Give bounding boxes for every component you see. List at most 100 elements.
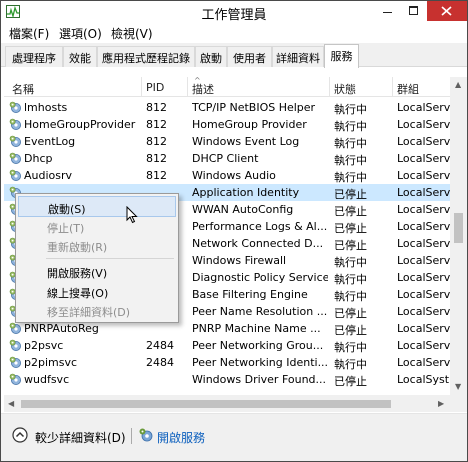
- gear-icon: [9, 152, 22, 165]
- context-restart-label: 重新啟動(R): [47, 241, 108, 254]
- open-services-link[interactable]: 開啟服務: [157, 429, 205, 446]
- service-group-cell: LocalServi: [397, 271, 450, 284]
- table-row[interactable]: HomeGroupProvider 812 HomeGroup Provider 執行…: [4, 116, 450, 133]
- table-row[interactable]: p2pimsvc 2484 Peer Networking Identi... 執行中…: [4, 354, 450, 371]
- column-header-row: ^ 名稱 PID 描述 狀態 群組: [4, 77, 450, 97]
- service-status-cell: 已停止: [334, 307, 367, 320]
- tab-processes[interactable]: 處理程序: [5, 46, 63, 67]
- service-status-cell: 已停止: [334, 222, 367, 235]
- service-pid-cell: 2484: [146, 339, 174, 352]
- service-description-cell: Windows Audio: [192, 169, 276, 182]
- context-stop[interactable]: 停止(T): [18, 216, 176, 237]
- tab-details[interactable]: 詳細資料: [272, 46, 324, 67]
- service-group-cell: LocalServi: [397, 135, 450, 148]
- service-group-cell: LocalServi: [397, 237, 450, 250]
- scroll-up-icon[interactable]: ▲: [455, 80, 461, 89]
- table-row[interactable]: p2psvc 2484 Peer Networking Grou... 執行中 Loca…: [4, 337, 450, 354]
- footer-bar: 較少詳細資料(D) 開啟服務: [1, 413, 467, 461]
- maximize-icon: [409, 6, 418, 15]
- context-menu: 啟動(S) 停止(T) 重新啟動(R) 開啟服務(V) 線上搜尋(O) 移至詳細…: [15, 193, 179, 323]
- tab-performance[interactable]: 效能: [63, 46, 97, 67]
- scroll-left-icon[interactable]: ◀: [8, 399, 14, 408]
- column-header-description[interactable]: 描述: [192, 81, 214, 97]
- context-go-to-details[interactable]: 移至詳細資料(D): [18, 300, 176, 321]
- service-status-cell: 執行中: [334, 341, 367, 354]
- service-group-cell: LocalServi: [397, 339, 450, 352]
- context-start[interactable]: 啟動(S): [18, 196, 176, 217]
- service-name-cell: PNRPAutoReg: [24, 322, 99, 335]
- tab-services[interactable]: 服務: [324, 44, 359, 68]
- footer-divider: [131, 428, 132, 444]
- table-row[interactable]: Audiosrv 812 Windows Audio 執行中 LocalServi: [4, 167, 450, 184]
- service-group-cell: LocalServi: [397, 186, 450, 199]
- gear-icon: [9, 356, 22, 369]
- context-start-label: 啟動(S): [48, 203, 86, 216]
- service-group-cell: LocalServi: [397, 101, 450, 114]
- context-search-online[interactable]: 線上搜尋(O): [18, 281, 176, 302]
- service-status-cell: 執行中: [334, 103, 367, 116]
- service-group-cell: LocalServi: [397, 356, 450, 369]
- context-open-services-label: 開啟服務(V): [47, 267, 108, 280]
- tab-startup[interactable]: 啟動: [195, 46, 227, 67]
- service-description-cell: Diagnostic Policy Service: [192, 271, 328, 284]
- menu-view[interactable]: 檢視(V): [108, 25, 156, 42]
- service-pid-cell: 812: [146, 169, 167, 182]
- title-bar[interactable]: 工作管理員: [1, 1, 467, 23]
- service-group-cell: LocalServi: [397, 118, 450, 131]
- service-status-cell: 已停止: [334, 205, 367, 218]
- service-name-cell: wudfsvc: [24, 373, 70, 386]
- chevron-up-circle-icon[interactable]: [12, 427, 28, 443]
- service-status-cell: 執行中: [334, 256, 367, 269]
- horizontal-scrollbar[interactable]: ◀ ▶: [4, 395, 450, 412]
- service-status-cell: 已停止: [334, 375, 367, 388]
- service-pid-cell: 812: [146, 101, 167, 114]
- menu-file[interactable]: 檔案(F): [6, 25, 52, 42]
- context-open-services[interactable]: 開啟服務(V): [18, 261, 176, 282]
- service-description-cell: Windows Driver Found...: [192, 373, 327, 386]
- menu-options[interactable]: 選項(O): [56, 25, 105, 42]
- service-description-cell: Windows Event Log: [192, 135, 300, 148]
- close-button[interactable]: [427, 1, 467, 21]
- column-header-status[interactable]: 狀態: [334, 81, 356, 97]
- service-name-cell: p2pimsvc: [24, 356, 78, 369]
- tab-users[interactable]: 使用者: [227, 46, 272, 67]
- fewer-details-link[interactable]: 較少詳細資料(D): [35, 429, 126, 446]
- service-description-cell: Base Filtering Engine: [192, 288, 308, 301]
- table-row[interactable]: wudfsvc Windows Driver Found... 已停止 LocalSy…: [4, 371, 450, 388]
- service-name-cell: Dhcp: [24, 152, 53, 165]
- vertical-scroll-thumb[interactable]: [454, 213, 463, 243]
- table-row[interactable]: Dhcp 812 DHCP Client 執行中 LocalServi: [4, 150, 450, 167]
- column-header-name[interactable]: 名稱: [12, 81, 34, 97]
- service-description-cell: WWAN AutoConfig: [192, 203, 294, 216]
- close-icon: [441, 6, 452, 16]
- service-status-cell: 已停止: [334, 188, 367, 201]
- column-header-group[interactable]: 群組: [397, 81, 419, 97]
- table-row[interactable]: EventLog 812 Windows Event Log 執行中 LocalServ…: [4, 133, 450, 150]
- column-header-pid[interactable]: PID: [146, 81, 164, 94]
- tab-app-history[interactable]: 應用程式歷程記錄: [97, 46, 195, 67]
- gear-icon: [9, 135, 22, 148]
- service-description-cell: DHCP Client: [192, 152, 259, 165]
- context-menu-separator: [46, 258, 174, 259]
- table-row[interactable]: lmhosts 812 TCP/IP NetBIOS Helper 執行中 LocalS…: [4, 99, 450, 116]
- scroll-right-icon[interactable]: ▶: [438, 399, 444, 408]
- service-description-cell: Peer Networking Grou...: [192, 339, 324, 352]
- service-description-cell: Peer Name Resolution ...: [192, 305, 328, 318]
- minimize-button[interactable]: [374, 1, 400, 21]
- service-status-cell: 執行中: [334, 171, 367, 184]
- horizontal-scroll-thumb[interactable]: [21, 400, 391, 408]
- service-pid-cell: 812: [146, 135, 167, 148]
- service-group-cell: LocalSyst...: [397, 373, 450, 386]
- gear-icon[interactable]: [138, 427, 154, 443]
- maximize-button[interactable]: [401, 1, 426, 21]
- service-description-cell: Performance Logs & Al...: [192, 220, 328, 233]
- service-group-cell: LocalServi: [397, 220, 450, 233]
- service-group-cell: LocalServi: [397, 305, 450, 318]
- service-status-cell: 執行中: [334, 120, 367, 133]
- vertical-scrollbar[interactable]: ▲ ▼: [450, 77, 467, 395]
- context-restart[interactable]: 重新啟動(R): [18, 235, 176, 256]
- service-description-cell: Peer Networking Identi...: [192, 356, 328, 369]
- service-name-cell: lmhosts: [24, 101, 68, 114]
- scroll-down-icon[interactable]: ▼: [455, 382, 461, 391]
- service-description-cell: PNRP Machine Name ...: [192, 322, 321, 335]
